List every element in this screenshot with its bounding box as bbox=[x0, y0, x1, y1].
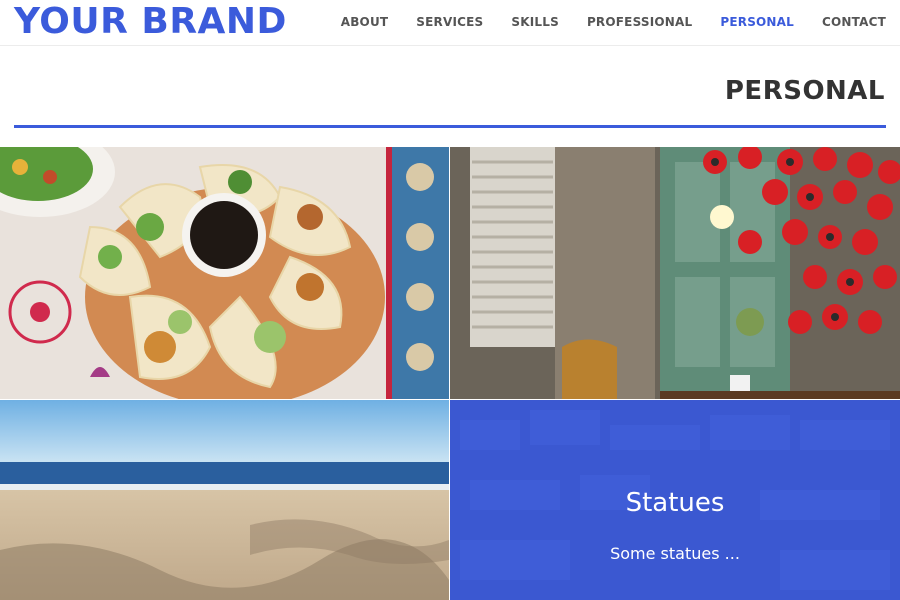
card-description: Some statues ... bbox=[610, 544, 740, 563]
section-title: PERSONAL bbox=[724, 76, 885, 106]
gallery-tile-beach[interactable] bbox=[0, 400, 449, 600]
nav-item-personal[interactable]: PERSONAL bbox=[720, 15, 794, 29]
brand-logo[interactable]: YOUR BRAND bbox=[14, 0, 287, 44]
gallery-tile-cafe[interactable] bbox=[450, 147, 900, 399]
nav-item-about[interactable]: ABOUT bbox=[341, 15, 389, 29]
section-divider bbox=[14, 125, 886, 128]
gallery-grid: Statues Some statues ... bbox=[0, 147, 900, 600]
site-header: YOUR BRAND ABOUT SERVICES SKILLS PROFESS… bbox=[0, 0, 900, 46]
main-nav: ABOUT SERVICES SKILLS PROFESSIONAL PERSO… bbox=[341, 0, 886, 44]
cafe-photo bbox=[450, 147, 900, 399]
food-photo bbox=[0, 147, 449, 399]
nav-item-contact[interactable]: CONTACT bbox=[822, 15, 886, 29]
gallery-tile-food[interactable] bbox=[0, 147, 449, 399]
beach-photo bbox=[0, 400, 449, 600]
nav-item-services[interactable]: SERVICES bbox=[416, 15, 483, 29]
gallery-tile-statues[interactable]: Statues Some statues ... bbox=[450, 400, 900, 600]
nav-item-skills[interactable]: SKILLS bbox=[511, 15, 559, 29]
nav-item-professional[interactable]: PROFESSIONAL bbox=[587, 15, 692, 29]
card-title: Statues bbox=[625, 488, 725, 518]
